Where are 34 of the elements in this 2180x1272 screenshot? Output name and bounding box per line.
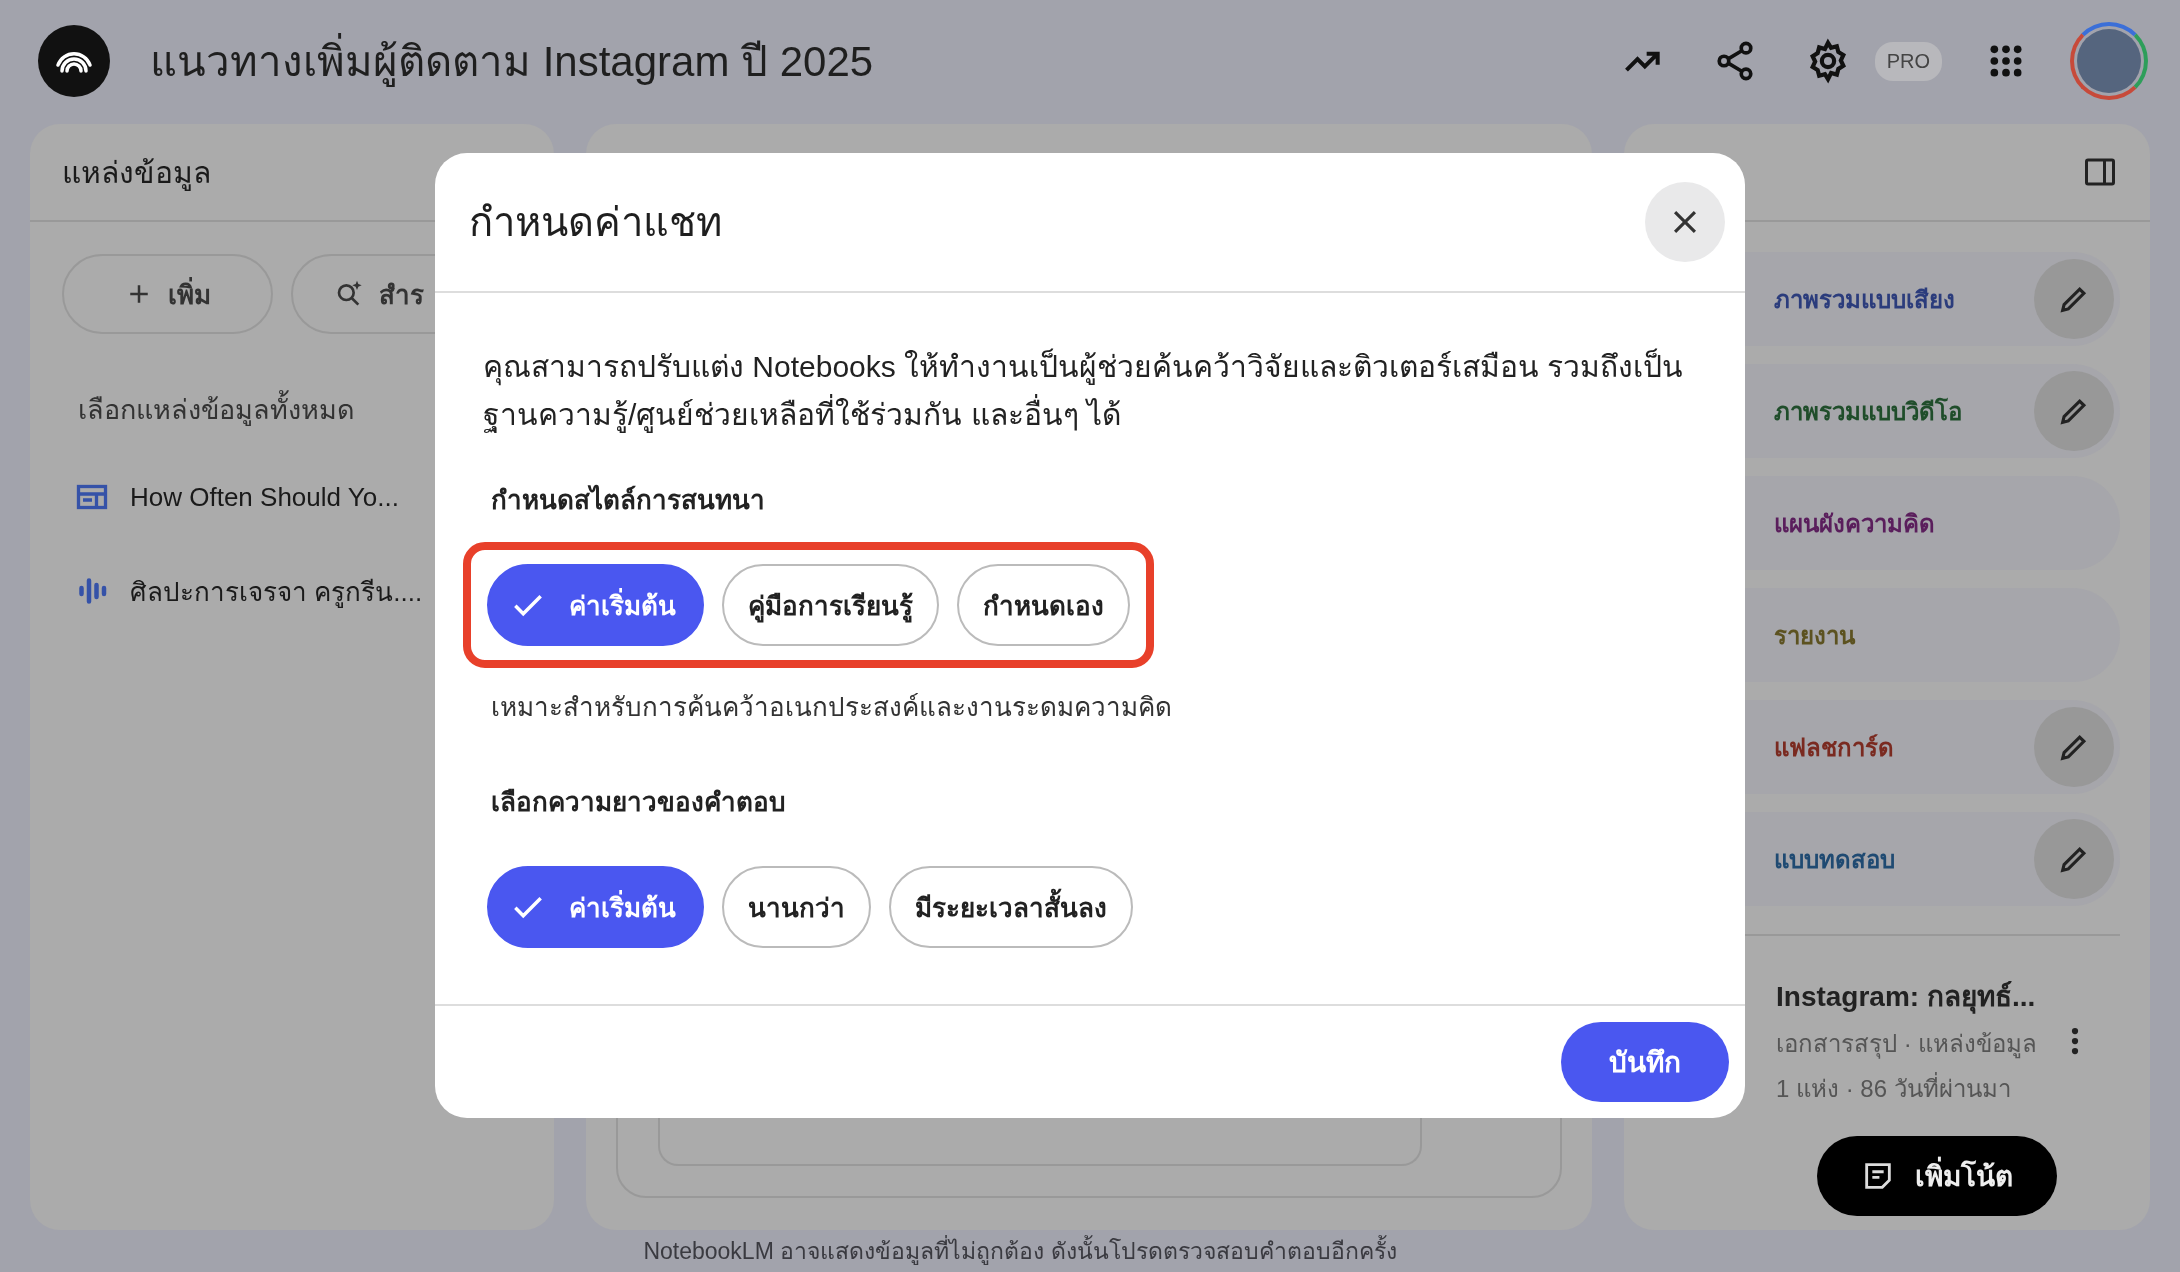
option-chip[interactable]: นานกว่า xyxy=(722,866,871,948)
notebook-title[interactable]: แนวทางเพิ่มผู้ติดตาม Instagram ปี 2025 xyxy=(150,28,874,94)
section-label: กำหนดสไตล์การสนทนา xyxy=(491,483,765,517)
source-title[interactable]: ศิลปะการเจรจา ครูกรีน.... xyxy=(130,570,423,612)
panel-title: แหล่งข้อมูล xyxy=(62,154,211,193)
studio-tool-label: รายงาน xyxy=(1774,620,1855,651)
edit-button[interactable] xyxy=(2034,259,2114,339)
section-label: เลือกความยาวของคำตอบ xyxy=(491,786,786,819)
option-chip[interactable]: ค่าเริ่มต้น xyxy=(487,564,704,646)
more-options-icon[interactable] xyxy=(2070,1026,2080,1056)
dialog-title: กำหนดค่าแชท xyxy=(469,199,722,246)
option-chip[interactable]: มีระยะเวลาสั้นลง xyxy=(889,866,1133,948)
select-all-label[interactable]: เลือกแหล่งข้อมูลทั้งหมด xyxy=(78,388,355,431)
save-button[interactable]: บันทึก xyxy=(1561,1022,1729,1102)
edit-button[interactable] xyxy=(2034,371,2114,451)
source-title[interactable]: How Often Should Yo... xyxy=(130,481,399,513)
option-chip[interactable]: ค่าเริ่มต้น xyxy=(487,866,704,948)
note-meta: เอกสารสรุป · แหล่งข้อมูล xyxy=(1776,1029,2038,1061)
disclaimer-text: NotebookLM อาจแสดงข้อมูลที่ไม่ถูกต้อง ดังนั้นโปรดตรวจสอบคำตอบอีกครั้ง xyxy=(643,1233,1397,1269)
add-note-button[interactable]: เพิ่มโน้ต xyxy=(1817,1136,2057,1216)
style-hint: เหมาะสำหรับการค้นคว้าอเนกประสงค์และงานระดมความคิด xyxy=(491,691,1172,724)
studio-tool-label: แผนผังความคิด xyxy=(1774,508,1935,539)
studio-tool-label: ภาพรวมแบบเสียง xyxy=(1774,284,1955,315)
studio-tool-label: ภาพรวมแบบวิดีโอ xyxy=(1774,396,1962,427)
add-source-button[interactable]: เพิ่ม xyxy=(62,254,273,334)
studio-tool-label: แฟลชการ์ด xyxy=(1774,732,1894,763)
option-chip[interactable]: คู่มือการเรียนรู้ xyxy=(722,564,939,646)
studio-tool-label: แบบทดสอบ xyxy=(1774,844,1895,875)
note-meta: 1 แห่ง · 86 วันที่ผ่านมา xyxy=(1776,1069,2038,1108)
option-chip[interactable]: กำหนดเอง xyxy=(957,564,1130,646)
edit-button[interactable] xyxy=(2034,707,2114,787)
edit-button[interactable] xyxy=(2034,819,2114,899)
note-title[interactable]: Instagram: กลยุทธ์... xyxy=(1776,974,2038,1018)
pro-badge: PRO xyxy=(1874,41,1942,81)
